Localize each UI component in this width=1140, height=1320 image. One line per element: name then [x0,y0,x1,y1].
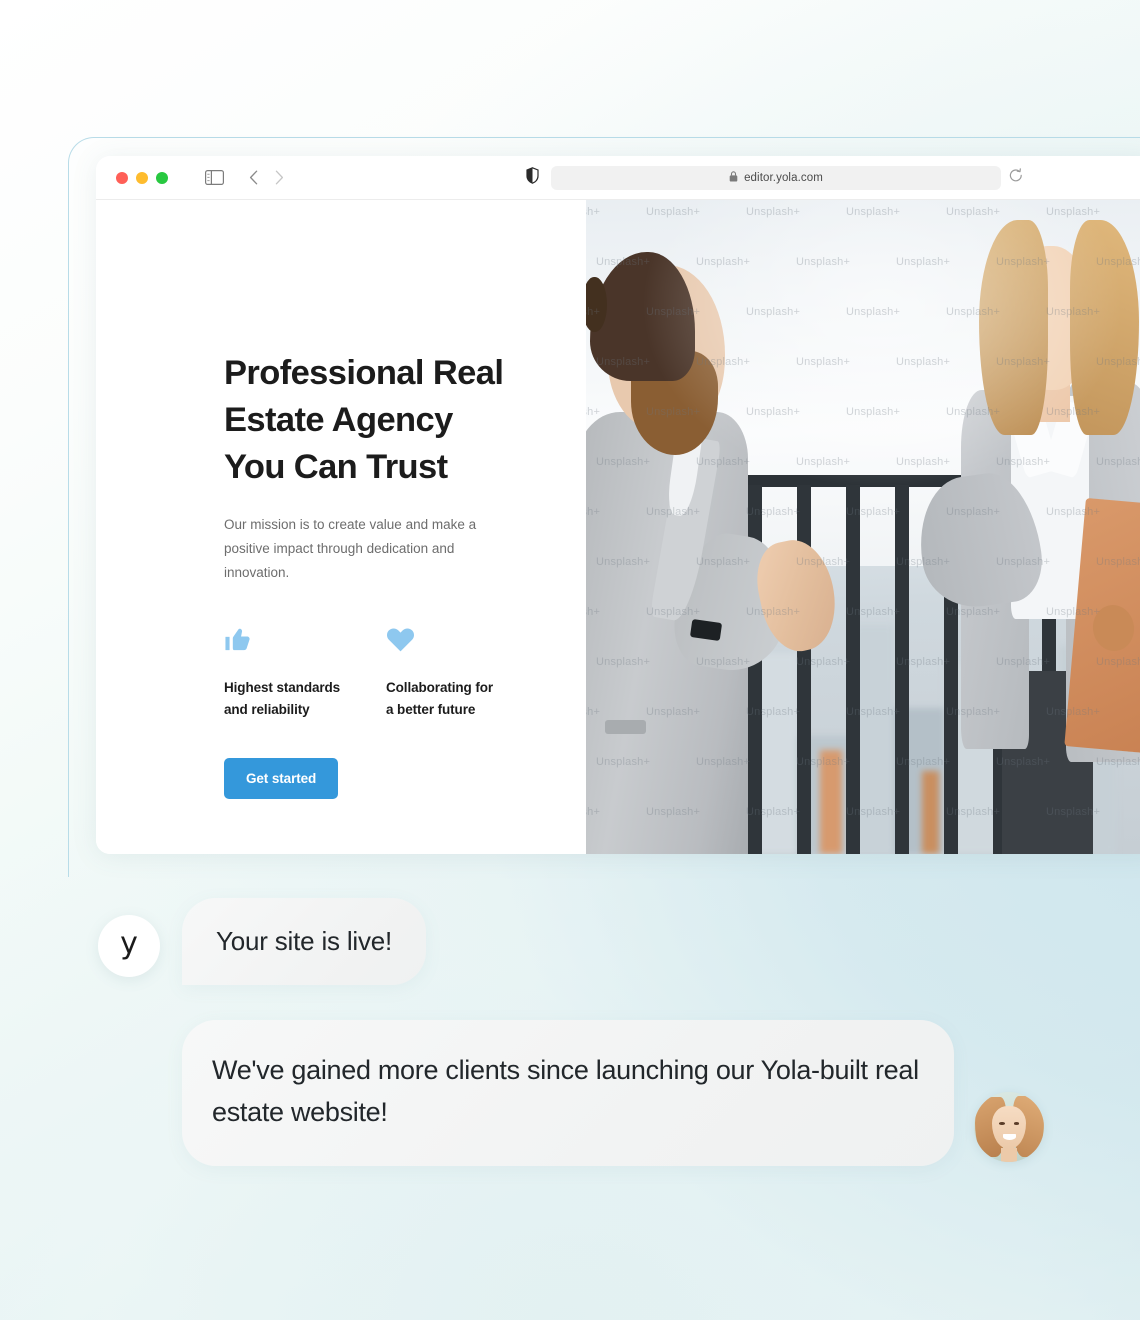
yola-logo-letter: y [120,925,138,961]
chat-bubble-site-live: Your site is live! [182,898,427,986]
chat-bubble-text: Your site is live! [216,926,393,956]
feature-label-line-1: Collaborating for [386,679,494,695]
browser-toolbar: editor.yola.com [96,156,1140,200]
feature-item-standards: Highest standards and reliability [224,625,386,721]
get-started-button[interactable]: Get started [224,758,339,800]
hero-title-line-2: Estate Agency [224,400,453,439]
feature-label-line-2: and reliability [224,701,310,717]
heart-icon [386,625,548,655]
address-bar[interactable]: editor.yola.com [551,165,1022,190]
hero-subtitle: Our mission is to create value and make … [224,516,477,580]
hero-text-column: Professional Real Estate Agency You Can … [96,200,586,854]
yola-logo-avatar: y [98,914,160,977]
close-window-button[interactable] [116,171,128,184]
hero-title-line-1: Professional Real [224,354,504,392]
thumbs-up-icon [224,625,386,655]
hero-title-line-3: You Can Trust [224,447,448,486]
chat-bubble-testimonial: We've gained more clients since launchin… [182,1020,954,1166]
shield-icon[interactable] [526,166,539,189]
chevron-left-icon[interactable] [249,170,258,185]
reload-icon[interactable] [1009,167,1023,188]
chevron-right-icon[interactable] [275,170,284,185]
feature-label-standards: Highest standards and reliability [224,677,386,721]
businesswoman-figure [911,213,1140,854]
page-root: editor.yola.com Professional Real Estate… [0,0,1140,1320]
minimize-window-button[interactable] [136,171,148,184]
sidebar-toggle-icon[interactable] [205,170,224,185]
feature-label-line-2: a better future [386,701,476,717]
address-url-text: editor.yola.com [744,171,823,184]
maximize-window-button[interactable] [156,171,168,184]
hero-copy: Professional Real Estate Agency You Can … [224,350,554,800]
website-content: Professional Real Estate Agency You Can … [96,200,1140,854]
lock-icon [729,169,738,187]
chat-bubble-text: We've gained more clients since launchin… [212,1055,919,1127]
hero-image: Unsplash+Unsplash+Unsplash+Unsplash+Unsp… [586,200,1140,854]
feature-list: Highest standards and reliability Collab… [224,625,554,721]
window-controls[interactable] [116,171,168,184]
user-avatar [974,1091,1044,1162]
feature-label-line-1: Highest standards [224,679,341,695]
feature-item-collaboration: Collaborating for a better future [386,625,548,721]
chat-message-user: We've gained more clients since launchin… [182,1020,1044,1166]
navigation-buttons[interactable] [249,170,284,185]
feature-label-collaboration: Collaborating for a better future [386,677,548,721]
browser-window: editor.yola.com Professional Real Estate… [96,156,1140,854]
businessman-figure [586,252,798,854]
page-title: Professional Real Estate Agency You Can … [224,350,554,491]
chat-message-yola: y Your site is live! [98,898,427,986]
